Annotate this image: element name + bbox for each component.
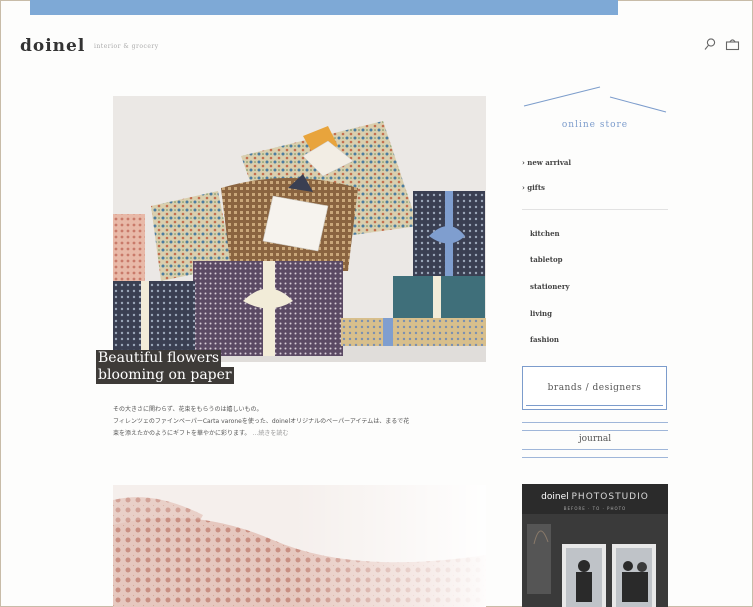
nav-fashion[interactable]: fashion — [530, 335, 559, 344]
nav-tabletop[interactable]: tabletop — [530, 255, 563, 264]
brands-designers-label: brands / designers — [547, 383, 642, 393]
nav-new-arrival-label: new arrival — [527, 158, 572, 167]
post-excerpt: その大きさに関わらず、花束をもらうのは嬉しいもの。 フィレンツェのファインペーパ… — [113, 404, 486, 440]
chevron-right-icon: › — [522, 158, 525, 167]
site-header: doinel interior & grocery — [20, 36, 750, 58]
post-caption[interactable]: Beautiful flowers blooming on paper — [96, 350, 234, 384]
site-logo[interactable]: doinel — [20, 36, 85, 56]
sidebar-divider — [522, 209, 668, 210]
nav-gifts-label: gifts — [527, 183, 545, 192]
photostudio-banner[interactable]: doinel PHOTOSTUDIO BEFORE · TO · PHOTO — [522, 484, 668, 607]
chevron-right-icon: › — [522, 183, 525, 192]
site-tagline: interior & grocery — [94, 43, 159, 50]
journal-line-2 — [522, 430, 668, 431]
hero-image[interactable] — [113, 96, 486, 362]
nav-living[interactable]: living — [530, 309, 552, 318]
post-image-2[interactable] — [113, 485, 486, 607]
studio-title-accent: PHOTOSTUDIO — [571, 492, 649, 502]
journal-line-top — [522, 422, 668, 423]
read-more-link[interactable]: …続きを読む — [252, 430, 288, 437]
store-roof-graphic — [523, 86, 667, 113]
journal-line-3 — [522, 449, 668, 450]
journal-label: journal — [562, 434, 628, 444]
top-accent-bar — [30, 0, 618, 15]
search-icon[interactable] — [703, 36, 719, 52]
cart-icon[interactable] — [725, 36, 741, 52]
online-store-link[interactable]: online store — [522, 120, 668, 130]
nav-new-arrival[interactable]: › new arrival — [522, 158, 571, 167]
journal-line-bottom — [522, 457, 668, 458]
brands-designers-button[interactable]: brands / designers — [522, 366, 667, 410]
excerpt-line-1: その大きさに関わらず、花束をもらうのは嬉しいもの。 — [113, 406, 263, 413]
caption-line-1: Beautiful flowers — [96, 350, 222, 367]
journal-button[interactable]: journal — [522, 422, 668, 458]
nav-kitchen[interactable]: kitchen — [530, 229, 560, 238]
excerpt-line-3-text: 束を添えたかのようにギフトを華やかに彩ります。 — [113, 430, 251, 437]
excerpt-line-3: 束を添えたかのようにギフトを華やかに彩ります。 …続きを読む — [113, 428, 486, 440]
nav-gifts[interactable]: › gifts — [522, 183, 545, 192]
studio-subtitle: BEFORE · TO · PHOTO — [563, 506, 627, 511]
studio-title: doinel PHOTOSTUDIO — [522, 492, 668, 502]
studio-title-brand: doinel — [541, 492, 569, 502]
excerpt-line-2: フィレンツェのファインペーパーCarta varoneを使った、doinelオリ… — [113, 418, 410, 425]
nav-stationery[interactable]: stationery — [530, 282, 570, 291]
studio-photo — [522, 514, 668, 607]
caption-line-2: blooming on paper — [96, 367, 234, 384]
